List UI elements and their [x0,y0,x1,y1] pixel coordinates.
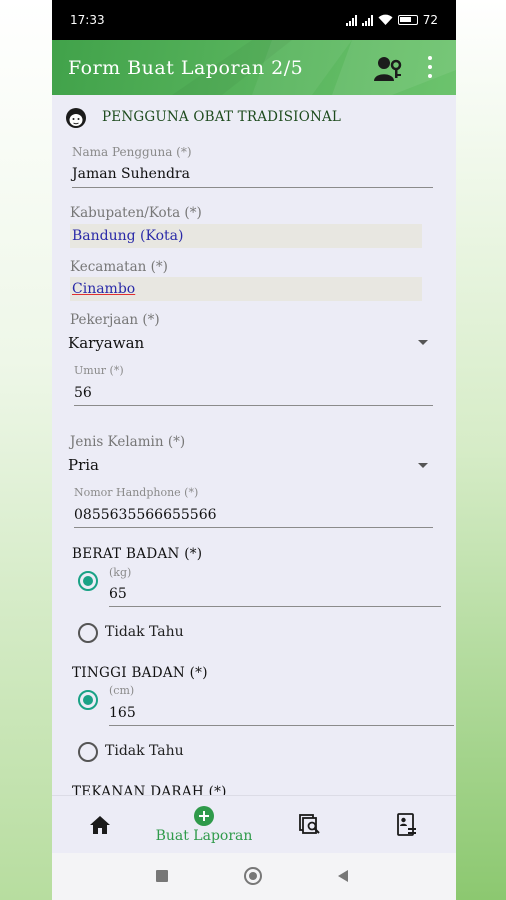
home-icon [90,816,110,834]
battery-icon [397,15,418,25]
nomor-hp-label: Nomor Handphone (*) [74,486,199,499]
wifi-icon [378,14,393,25]
phone-screen: 17:33 72 Form Buat Laporan 2/5 PENGGUNA … [52,0,456,900]
tinggi-title: TINGGI BADAN (*) [72,665,208,681]
bottom-nav: Buat Laporan [52,795,456,853]
form-content[interactable]: PENGGUNA OBAT TRADISIONAL Nama Pengguna … [52,95,456,795]
more-vert-icon[interactable] [426,56,434,78]
back-button[interactable] [338,870,348,882]
nav-home[interactable] [82,796,118,854]
app-bar: Form Buat Laporan 2/5 [52,40,456,95]
umur-label: Umur (*) [74,364,124,377]
system-nav-bar [52,853,456,900]
umur-underline [74,405,433,406]
section-title: PENGGUNA OBAT TRADISIONAL [102,109,342,125]
pekerjaan-label: Pekerjaan (*) [70,312,160,328]
nama-underline [72,187,433,188]
signal-icon [361,14,373,26]
tinggi-unit-label: (cm) [109,684,135,697]
tinggi-unknown-label: Tidak Tahu [105,743,184,759]
chevron-down-icon[interactable] [418,463,428,468]
tinggi-value-radio[interactable] [78,690,98,710]
berat-unit-label: (kg) [109,566,132,579]
home-system-button[interactable] [244,867,262,885]
berat-unknown-label: Tidak Tahu [105,624,184,640]
section-header: PENGGUNA OBAT TRADISIONAL [64,105,341,129]
nama-input[interactable]: Jaman Suhendra [72,166,190,182]
status-time: 17:33 [70,13,105,27]
kecamatan-label: Kecamatan (*) [70,259,168,275]
person-key-icon[interactable] [373,54,403,82]
nomor-hp-underline [74,527,433,528]
berat-input[interactable]: 65 [109,586,127,602]
background-left [0,0,52,900]
tinggi-underline [109,725,454,726]
add-circle-icon [194,806,214,826]
page-title: Form Buat Laporan 2/5 [68,56,304,79]
search-docs-icon [299,814,320,834]
kecamatan-value: Cinambo [72,281,136,297]
nav-buat-laporan-label: Buat Laporan [155,828,253,844]
nomor-hp-input[interactable]: 0855635566655566 [74,507,217,523]
jenis-kelamin-dropdown[interactable]: Pria [68,456,99,474]
nav-profile[interactable] [392,796,422,854]
signal-icon [345,14,357,26]
nama-label: Nama Pengguna (*) [72,145,192,159]
status-bar: 17:33 72 [52,0,456,40]
status-icons: 72 [345,13,438,27]
battery-level: 72 [422,13,438,27]
nav-buat-laporan[interactable]: Buat Laporan [152,796,256,854]
background-right [456,0,506,900]
jenis-kelamin-label: Jenis Kelamin (*) [70,434,186,450]
tekanan-title: TEKANAN DARAH (*) [72,784,227,795]
nav-search[interactable] [296,796,326,854]
berat-unknown-radio[interactable] [78,623,98,643]
tinggi-unknown-radio[interactable] [78,742,98,762]
chevron-down-icon[interactable] [418,340,428,345]
profile-doc-icon [397,813,416,836]
pekerjaan-dropdown[interactable]: Karyawan [68,334,144,352]
umur-input[interactable]: 56 [74,385,92,401]
tinggi-input[interactable]: 165 [109,705,136,721]
user-avatar-icon [66,108,86,128]
berat-underline [109,606,441,607]
berat-title: BERAT BADAN (*) [72,546,203,562]
recents-button[interactable] [156,870,168,882]
berat-value-radio[interactable] [78,571,98,591]
kabupaten-label: Kabupaten/Kota (*) [70,205,202,221]
kabupaten-value: Bandung (Kota) [72,228,184,244]
